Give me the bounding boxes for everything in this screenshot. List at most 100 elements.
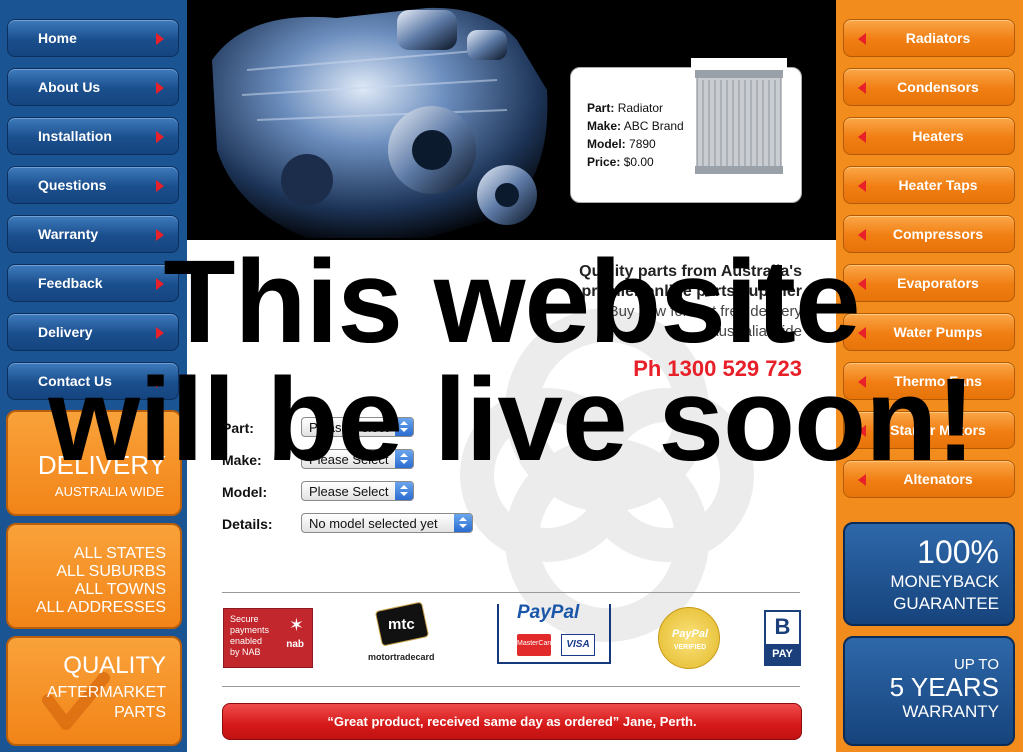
nav-label: Starter Motors [890,422,986,438]
divider [222,592,800,593]
phone-number[interactable]: Ph 1300 529 723 [560,356,802,382]
arrow-right-icon [156,180,164,192]
make-select-label: Make: [222,452,262,468]
nav-contact-us[interactable]: Contact Us [7,362,179,400]
arrow-left-icon [858,474,866,486]
promo-moneyback-line: MONEYBACK [890,572,999,591]
nav-delivery[interactable]: Delivery [7,313,179,351]
promo-moneyback-line: GUARANTEE [893,594,999,613]
nav-evaporators[interactable]: Evaporators [843,264,1015,302]
promo-moneyback-heading: 100% [917,534,999,570]
nav-altenators[interactable]: Altenators [843,460,1015,498]
nav-compressors[interactable]: Compressors [843,215,1015,253]
arrow-left-icon [858,33,866,45]
nav-water-pumps[interactable]: Water Pumps [843,313,1015,351]
nav-label: Evaporators [897,275,979,291]
arrow-right-icon [156,131,164,143]
nav-feedback[interactable]: Feedback [7,264,179,302]
model-label: Model: [587,137,626,151]
bpay-brand: PAY [766,644,799,664]
arrow-left-icon [858,425,866,437]
motortradecard-logo[interactable]: mtc motortradecard [366,601,450,666]
paypal-brand: PayPal [517,602,580,623]
arrow-left-icon [858,180,866,192]
nav-label: Altenators [903,471,973,487]
nav-heaters[interactable]: Heaters [843,117,1015,155]
radiator-image [691,58,787,176]
arrow-right-icon [156,327,164,339]
bpay-logo[interactable]: B PAY [764,610,801,666]
promo-coverage-line: ALL STATES [73,545,166,562]
moneyback-guarantee-promo: 100% MONEYBACK GUARANTEE [843,522,1015,626]
nav-about-us[interactable]: About Us [7,68,179,106]
nav-heater-taps[interactable]: Heater Taps [843,166,1015,204]
nav-radiators[interactable]: Radiators [843,19,1015,57]
mtc-caption: motortradecard [368,652,435,662]
right-sidebar: Radiators Condensors Heaters Heater Taps… [836,0,1023,752]
model-select-label: Model: [222,484,268,500]
tagline-line: Quality parts from Australia's [579,263,802,280]
model-select-value: Please Select [309,484,389,499]
arrow-left-icon [858,82,866,94]
mtc-brand: mtc [388,616,415,633]
nav-condensors[interactable]: Condensors [843,68,1015,106]
nav-installation[interactable]: Installation [7,117,179,155]
part-select-label: Part: [222,420,254,436]
tagline-line: premier online parts supplier [581,283,803,300]
nav-starter-motors[interactable]: Starter Motors [843,411,1015,449]
nav-questions[interactable]: Questions [7,166,179,204]
paypal-cards-logo[interactable]: PayPal MasterCard VISA [497,602,611,664]
nav-thermo-fans[interactable]: Thermo Fans [843,362,1015,400]
paypal-verified-seal[interactable]: PayPal VERIFIED [658,607,720,669]
part-select[interactable]: Please Select [301,417,414,437]
part-label: Part: [587,101,615,115]
part-select-value: Please Select [309,420,389,435]
nav-label: Heaters [912,128,964,144]
promo-delivery-heading: DELIVERY [37,450,166,480]
details-select[interactable]: No model selected yet [301,513,473,533]
make-select-value: Please Select [309,452,389,467]
make-label: Make: [587,119,622,133]
testimonial-banner: “Great product, received same day as ord… [222,703,802,740]
arrow-left-icon [858,229,866,241]
promo-quality-heading: QUALITY [63,652,166,679]
select-arrows-icon [395,482,413,500]
part-row: Part: Radiator [587,101,663,115]
promo-quality-line: AFTERMARKET [46,684,166,701]
nab-badge-text: by NAB [230,647,261,657]
tagline-line: Buy now for fast free delivery [608,303,802,320]
price-value: $0.00 [623,155,654,169]
verified-caption: VERIFIED [673,644,707,651]
make-value: ABC Brand [623,119,684,133]
bpay-b-icon: B [774,614,791,639]
arrow-left-icon [858,131,866,143]
featured-part-card[interactable]: Part: Radiator Make: ABC Brand Model: 78… [570,58,802,203]
nav-label: Heater Taps [898,177,978,193]
divider [222,686,800,687]
arrow-left-icon [858,376,866,388]
make-select[interactable]: Please Select [301,449,414,469]
part-value: Radiator [617,101,664,115]
promo-coverage-line: ALL ADDRESSES [35,599,166,616]
nav-home[interactable]: Home [7,19,179,57]
select-arrows-icon [395,450,413,468]
promo-warranty-line: WARRANTY [902,702,999,721]
promo-coverage-line: ALL SUBURBS [56,563,166,580]
arrow-right-icon [156,229,164,241]
nav-warranty[interactable]: Warranty [7,215,179,253]
nab-badge-text: Secure [230,614,259,624]
make-row: Make: ABC Brand [587,119,684,133]
select-arrows-icon [395,418,413,436]
nav-label: Water Pumps [893,324,983,340]
details-select-label: Details: [222,516,273,532]
nav-label: Condensors [897,79,979,95]
nav-label: Home [38,30,77,46]
nav-label: Radiators [905,30,971,46]
nab-secure-badge[interactable]: Secure payments enabled by NAB ✶ nab [223,608,313,668]
nav-label: Delivery [38,324,93,340]
tagline-block: Quality parts from Australia's premier o… [440,262,802,342]
nav-label: Questions [38,177,107,193]
model-select[interactable]: Please Select [301,481,414,501]
nav-label: Feedback [38,275,103,291]
mastercard-icon: MasterCard [517,634,554,656]
